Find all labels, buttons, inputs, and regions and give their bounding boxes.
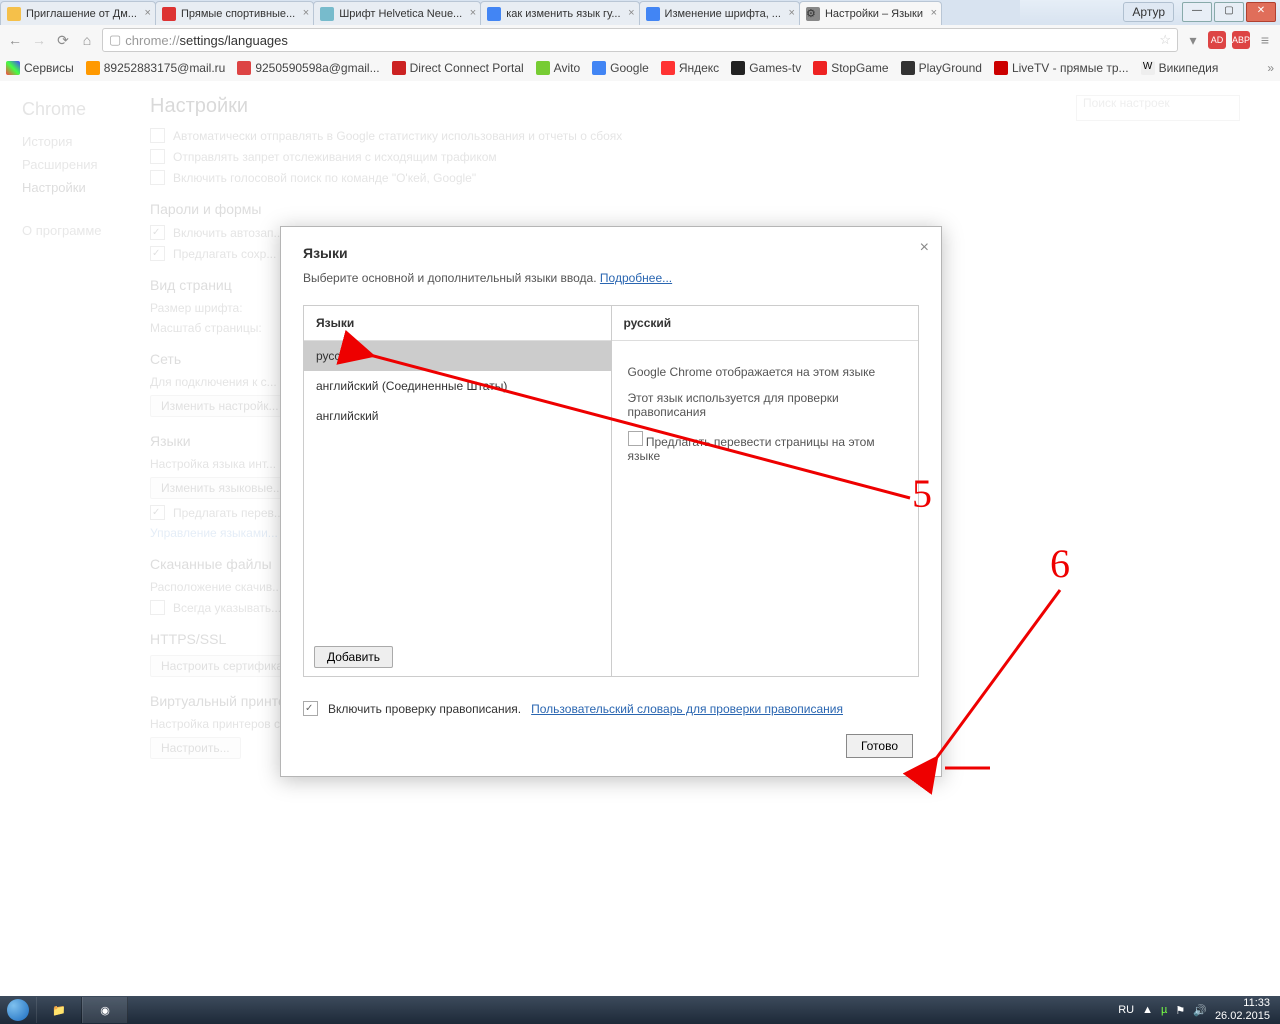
tab-2[interactable]: Прямые спортивные...×	[155, 1, 314, 26]
home-icon[interactable]: ⌂	[78, 31, 96, 49]
close-icon[interactable]: ×	[931, 7, 937, 19]
url-path: settings/languages	[179, 33, 287, 48]
dc-icon	[392, 61, 406, 75]
tab-5[interactable]: Изменение шрифта, ...×	[639, 1, 800, 26]
bookmark-item[interactable]: LiveTV - прямые тр...	[994, 61, 1129, 75]
language-item-russian[interactable]: русский	[304, 341, 611, 371]
favicon-icon	[320, 7, 334, 21]
back-icon[interactable]: ←	[6, 31, 24, 49]
apps-button[interactable]: Сервисы	[6, 61, 74, 75]
bookmark-item[interactable]: Direct Connect Portal	[392, 61, 524, 75]
playground-icon	[901, 61, 915, 75]
star-icon[interactable]: ☆	[1159, 32, 1171, 48]
apps-icon	[6, 61, 20, 75]
done-button[interactable]: Готово	[846, 734, 913, 758]
avito-icon	[536, 61, 550, 75]
url-bar[interactable]: ▢ chrome://settings/languages ☆	[102, 28, 1178, 52]
favicon-icon	[646, 7, 660, 21]
taskbar-chrome[interactable]: ◉	[82, 997, 128, 1023]
language-detail-column: русский Google Chrome отображается на эт…	[612, 306, 919, 676]
tray-icon[interactable]: ▲	[1142, 1004, 1153, 1016]
custom-dict-link[interactable]: Пользовательский словарь для проверки пр…	[531, 702, 843, 716]
wikipedia-icon: W	[1141, 61, 1155, 75]
action-center-icon[interactable]: ⚑	[1175, 1004, 1185, 1017]
gear-icon: ⚙	[806, 7, 820, 21]
close-icon[interactable]: ×	[145, 7, 151, 19]
tab-6-active[interactable]: ⚙Настройки – Языки×	[799, 1, 942, 26]
column-header: русский	[612, 306, 919, 341]
gamestv-icon	[731, 61, 745, 75]
language-indicator[interactable]: RU	[1118, 1004, 1134, 1016]
dialog-subtitle: Выберите основной и дополнительный языки…	[303, 271, 919, 285]
url-scheme: chrome://	[125, 33, 179, 48]
language-list-column: Языки русский английский (Соединенные Шт…	[304, 306, 612, 676]
learn-more-link[interactable]: Подробнее...	[600, 271, 672, 285]
volume-icon[interactable]: 🔊	[1193, 1004, 1207, 1017]
page-icon: ▢	[109, 32, 121, 48]
mail-icon	[86, 61, 100, 75]
close-icon[interactable]: ×	[303, 7, 309, 19]
language-item-english[interactable]: английский	[304, 401, 611, 431]
close-button[interactable]: ✕	[1246, 2, 1276, 22]
favicon-icon	[162, 7, 176, 21]
stopgame-icon	[813, 61, 827, 75]
bookmarks-bar: Сервисы 89252883175@mail.ru 9250590598a@…	[0, 55, 1280, 82]
abp-icon[interactable]: ABP	[1232, 31, 1250, 49]
browser-tabstrip: Приглашение от Дм...× Прямые спортивные.…	[0, 0, 1020, 26]
gmail-icon	[237, 61, 251, 75]
utorrent-icon[interactable]: µ	[1161, 1004, 1167, 1016]
spellcheck-checkbox[interactable]	[303, 701, 318, 716]
bookmark-item[interactable]: 9250590598a@gmail...	[237, 61, 379, 75]
overflow-icon[interactable]: »	[1267, 61, 1274, 75]
start-button[interactable]	[0, 996, 36, 1024]
bookmark-item[interactable]: Games-tv	[731, 61, 801, 75]
languages-dialog: × Языки Выберите основной и дополнительн…	[280, 226, 942, 777]
menu-icon[interactable]: ≡	[1256, 31, 1274, 49]
forward-icon[interactable]: →	[30, 31, 48, 49]
adblock-icon[interactable]: AD	[1208, 31, 1226, 49]
dialog-close-icon[interactable]: ×	[920, 239, 929, 257]
reload-icon[interactable]: ⟳	[54, 31, 72, 49]
translate-label: Предлагать перевести страницы на этом яз…	[628, 435, 875, 463]
tab-4[interactable]: как изменить язык гу...×	[480, 1, 639, 26]
close-icon[interactable]: ×	[470, 7, 476, 19]
taskbar-explorer[interactable]: 📁	[36, 997, 82, 1023]
bookmark-item[interactable]: WВикипедия	[1141, 61, 1219, 75]
bookmark-item[interactable]: Avito	[536, 61, 580, 75]
spellcheck-note: Этот язык используется для проверки прав…	[628, 391, 903, 419]
bookmark-item[interactable]: 89252883175@mail.ru	[86, 61, 226, 75]
minimize-button[interactable]: —	[1182, 2, 1212, 22]
extension-icon[interactable]: ▾	[1184, 31, 1202, 49]
tab-1[interactable]: Приглашение от Дм...×	[0, 1, 156, 26]
column-header: Языки	[304, 306, 611, 341]
bookmark-item[interactable]: PlayGround	[901, 61, 982, 75]
yandex-icon	[661, 61, 675, 75]
windows-taskbar: 📁 ◉ RU ▲ µ ⚑ 🔊 11:3326.02.2015	[0, 996, 1280, 1024]
taskbar-clock[interactable]: 11:3326.02.2015	[1215, 997, 1270, 1023]
livetv-icon	[994, 61, 1008, 75]
translate-checkbox[interactable]	[628, 431, 643, 446]
bookmark-item[interactable]: Google	[592, 61, 649, 75]
add-language-button[interactable]: Добавить	[314, 646, 393, 668]
profile-badge[interactable]: Артур	[1123, 2, 1174, 22]
close-icon[interactable]: ×	[628, 7, 634, 19]
spellcheck-label: Включить проверку правописания.	[328, 702, 521, 716]
tab-3[interactable]: Шрифт Helvetica Neue...×	[313, 1, 481, 26]
dialog-title: Языки	[303, 245, 919, 261]
nav-toolbar: ← → ⟳ ⌂ ▢ chrome://settings/languages ☆ …	[0, 25, 1280, 56]
bookmark-item[interactable]: StopGame	[813, 61, 888, 75]
favicon-icon	[7, 7, 21, 21]
maximize-button[interactable]: ▢	[1214, 2, 1244, 22]
language-item-en-us[interactable]: английский (Соединенные Штаты)	[304, 371, 611, 401]
display-language-note: Google Chrome отображается на этом языке	[628, 365, 903, 379]
favicon-icon	[487, 7, 501, 21]
google-icon	[592, 61, 606, 75]
close-icon[interactable]: ×	[789, 7, 795, 19]
bookmark-item[interactable]: Яндекс	[661, 61, 719, 75]
